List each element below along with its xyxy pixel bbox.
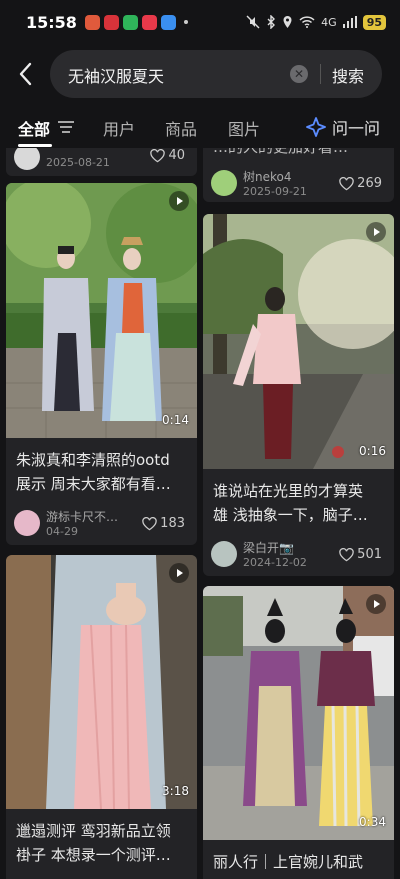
app-notification-icon (141, 14, 157, 30)
app-notification-icon (122, 14, 138, 30)
video-play-icon (366, 594, 386, 614)
avatar[interactable] (14, 148, 40, 170)
search-query[interactable]: 无袖汉服夏天 (68, 63, 164, 87)
card-meta: 梁白开📷 2024-12-02 501 (211, 539, 386, 575)
tab-all[interactable]: 全部 (18, 116, 50, 140)
card-title: 邋遢测评 鸾羽新品立领 褂子 本想录一个测评… (16, 819, 187, 867)
card-title-line: 朱淑真和李清照的ootd (16, 451, 170, 469)
like-button[interactable]: 501 (339, 547, 382, 562)
avatar[interactable] (211, 541, 237, 567)
active-tab-indicator (18, 144, 52, 147)
status-bar: 15:58 4G 95 (0, 0, 400, 44)
card-meta: 2025-08-21 40 (14, 148, 189, 176)
note-card[interactable]: 3:18 邋遢测评 鸾羽新品立领 褂子 本想录一个测评… (6, 555, 197, 879)
status-time: 15:58 (26, 12, 77, 32)
wifi-icon (299, 16, 315, 28)
post-date: 2024-12-02 (243, 556, 307, 569)
like-count: 183 (160, 516, 185, 531)
video-duration: 0:14 (162, 413, 189, 427)
battery-icon: 95 (362, 14, 386, 30)
location-icon (283, 16, 292, 28)
author-name[interactable]: 游标卡尺不… (46, 508, 118, 525)
author-name[interactable]: 树neko4 (243, 168, 292, 185)
ask-button[interactable]: 问一问 (306, 115, 380, 139)
ask-sparkle-icon (306, 117, 326, 137)
post-date: 2025-09-21 (243, 185, 307, 198)
card-meta: 游标卡尺不… 04-29 183 (14, 508, 189, 544)
like-count: 501 (357, 547, 382, 562)
filter-tabs: 全部 用户 商品 图片 问一问 (0, 110, 400, 148)
heart-icon (150, 148, 166, 162)
note-card[interactable]: 0:14 朱淑真和李清照的ootd 展示 周末大家都有看… 游标卡尺不… 04-… (6, 183, 197, 545)
avatar[interactable] (211, 170, 237, 196)
note-card[interactable]: 0:16 谁说站在光里的才算英 雄 浅抽象一下，脑子… 梁白开📷 2024-12… (203, 214, 394, 576)
bluetooth-icon (267, 15, 276, 29)
card-title-line: 邋遢测评 鸾羽新品立领 (16, 822, 171, 840)
like-button[interactable]: 40 (150, 148, 185, 163)
search-input[interactable]: 无袖汉服夏天 ✕ 搜索 (50, 50, 382, 98)
like-count: 269 (357, 176, 382, 191)
post-date: 2025-08-21 (46, 156, 110, 169)
heart-icon (142, 516, 157, 530)
heart-icon (339, 176, 354, 190)
card-title-line: 丽人行｜上官婉儿和武 (213, 853, 364, 871)
search-bar: 无袖汉服夏天 ✕ 搜索 (0, 50, 400, 98)
results-feed: 2025-08-21 40 0:14 朱淑真和李清照的ootd 展示 周末大家都… (0, 148, 400, 879)
mute-icon (246, 15, 260, 29)
like-count: 40 (168, 148, 185, 163)
card-title-line: 展示 周末大家都有看… (16, 475, 171, 493)
signal-icon (342, 16, 357, 28)
network-type: 4G (321, 15, 337, 29)
app-notification-icon (160, 14, 176, 30)
card-title-line: 谁说站在光里的才算英 (213, 482, 364, 500)
search-divider (320, 64, 321, 84)
app-notification-icon (84, 14, 100, 30)
avatar[interactable] (14, 510, 40, 536)
author-name[interactable]: 梁白开📷 (243, 539, 294, 556)
back-icon[interactable] (14, 60, 38, 88)
note-card[interactable]: …的人的更加好看… 树neko4 2025-09-21 269 (203, 148, 394, 202)
card-title: 朱淑真和李清照的ootd 展示 周末大家都有看… (16, 448, 187, 496)
video-duration: 0:34 (359, 815, 386, 829)
video-duration: 3:18 (162, 784, 189, 798)
cover-image[interactable] (6, 555, 197, 809)
card-title: 丽人行｜上官婉儿和武 (213, 850, 384, 874)
heart-icon (339, 547, 354, 561)
more-notifications-icon (183, 20, 188, 24)
card-title: 谁说站在光里的才算英 雄 浅抽象一下，脑子… (213, 479, 384, 527)
ask-label: 问一问 (332, 119, 381, 138)
cover-image[interactable] (203, 214, 394, 469)
video-duration: 0:16 (359, 444, 386, 458)
post-date: 04-29 (46, 525, 78, 538)
card-title-line: 雄 浅抽象一下，脑子… (213, 506, 368, 524)
app-notification-icon (103, 14, 119, 30)
note-card[interactable]: 0:34 丽人行｜上官婉儿和武 (203, 586, 394, 879)
card-title-partial: …的人的更加好看… (213, 148, 348, 157)
video-play-icon (366, 222, 386, 242)
video-play-icon (169, 563, 189, 583)
search-button[interactable]: 搜索 (332, 63, 364, 87)
video-play-icon (169, 191, 189, 211)
clear-icon[interactable]: ✕ (290, 65, 308, 83)
cover-image[interactable] (6, 183, 197, 438)
tab-images[interactable]: 图片 (228, 116, 260, 140)
card-meta: 树neko4 2025-09-21 269 (211, 168, 386, 202)
note-card[interactable]: 2025-08-21 40 (6, 148, 197, 176)
like-button[interactable]: 183 (142, 516, 185, 531)
notification-icons (84, 14, 188, 30)
cover-image[interactable] (203, 586, 394, 840)
filter-icon[interactable] (58, 120, 74, 134)
tab-products[interactable]: 商品 (165, 116, 197, 140)
like-button[interactable]: 269 (339, 176, 382, 191)
tab-users[interactable]: 用户 (103, 116, 135, 140)
card-title-line: 褂子 本想录一个测评… (16, 846, 171, 864)
